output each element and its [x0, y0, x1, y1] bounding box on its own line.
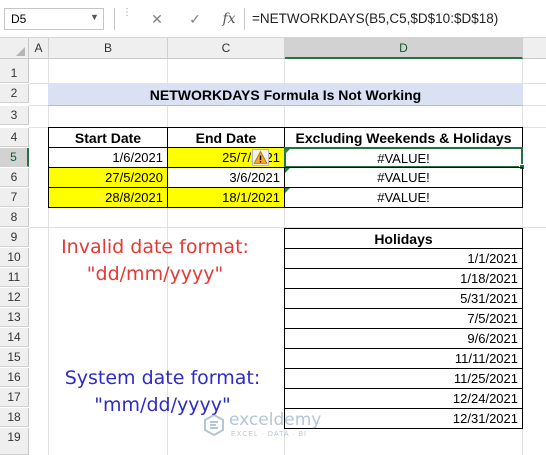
name-box[interactable]: D5: [4, 8, 104, 30]
error-flag-icon: [285, 168, 290, 173]
row-header[interactable]: 19: [0, 428, 29, 455]
holiday-cell[interactable]: 1/18/2021: [284, 268, 523, 289]
cell-result[interactable]: #VALUE!: [284, 187, 523, 208]
cancel-icon[interactable]: ✕: [146, 8, 168, 30]
row-header[interactable]: 6: [0, 168, 29, 187]
holiday-cell[interactable]: 11/25/2021: [284, 368, 523, 389]
select-all-icon: [16, 47, 25, 56]
row-header[interactable]: 11: [0, 268, 29, 287]
row-header[interactable]: 13: [0, 308, 29, 327]
header-result: Excluding Weekends & Holidays: [284, 127, 523, 148]
holiday-cell[interactable]: 12/24/2021: [284, 388, 523, 409]
invalid-format-note: Invalid date format:: [61, 236, 249, 258]
holiday-cell[interactable]: 1/1/2021: [284, 248, 523, 269]
cell-start-date[interactable]: 28/8/2021: [48, 187, 168, 208]
holiday-cell[interactable]: 9/6/2021: [284, 328, 523, 349]
row-header[interactable]: 1: [0, 64, 29, 83]
row-header[interactable]: 10: [0, 248, 29, 267]
holiday-cell[interactable]: 5/31/2021: [284, 288, 523, 309]
divider: [244, 8, 245, 30]
row-header[interactable]: 5: [0, 148, 29, 167]
header-start-date: Start Date: [48, 127, 168, 148]
column-header-b[interactable]: B: [49, 38, 168, 59]
cell-result[interactable]: #VALUE!: [284, 167, 523, 188]
column-header-e[interactable]: [523, 38, 546, 59]
cell-end-date[interactable]: 18/1/2021: [167, 187, 285, 208]
chevron-down-icon[interactable]: ▼: [90, 12, 100, 24]
page-title: NETWORKDAYS Formula Is Not Working: [48, 84, 523, 106]
row-header[interactable]: 8: [0, 208, 29, 227]
error-flag-icon: [285, 149, 290, 154]
row-header[interactable]: 7: [0, 188, 29, 207]
holiday-cell[interactable]: 11/11/2021: [284, 348, 523, 369]
holiday-cell[interactable]: 7/5/2021: [284, 308, 523, 329]
row-header[interactable]: 17: [0, 388, 29, 407]
enter-icon[interactable]: ✓: [184, 8, 206, 30]
error-flag-icon: [285, 188, 290, 193]
divider: [114, 8, 115, 30]
exceldemy-watermark: exceldemy EXCEL · DATA · BI: [203, 410, 353, 446]
cell-start-date[interactable]: 27/5/2020: [48, 167, 168, 188]
gridline: [48, 59, 49, 455]
row-header[interactable]: 18: [0, 408, 29, 427]
row-header[interactable]: 3: [0, 106, 29, 125]
cell-result-active[interactable]: #VALUE!: [284, 147, 523, 168]
header-end-date: End Date: [167, 127, 285, 148]
row-header[interactable]: 2: [0, 84, 29, 103]
column-header-a[interactable]: A: [29, 38, 49, 59]
cell-start-date[interactable]: 1/6/2021: [48, 147, 168, 168]
watermark-brand: exceldemy: [229, 410, 322, 430]
error-indicator-button[interactable]: [252, 149, 269, 166]
row-header[interactable]: 16: [0, 368, 29, 387]
holidays-header: Holidays: [284, 228, 523, 249]
drag-handle-icon[interactable]: ⋮: [122, 8, 132, 28]
warning-icon: [253, 150, 268, 164]
row-header[interactable]: 14: [0, 328, 29, 347]
row-header[interactable]: 12: [0, 288, 29, 307]
watermark-tagline: EXCEL · DATA · BI: [231, 431, 307, 438]
cell-end-date[interactable]: 3/6/2021: [167, 167, 285, 188]
row-header[interactable]: 4: [0, 128, 29, 147]
column-header-d[interactable]: D: [285, 38, 523, 59]
formula-input[interactable]: =NETWORKDAYS(B5,C5,$D$10:$D$18): [248, 6, 546, 32]
row-header-spacer: [0, 59, 29, 64]
insert-function-icon[interactable]: fx: [218, 8, 240, 30]
row-header[interactable]: 9: [0, 228, 29, 247]
row-header[interactable]: 15: [0, 348, 29, 367]
invalid-format-value: "dd/mm/yyyy": [86, 263, 224, 285]
system-format-note: System date format:: [64, 367, 261, 389]
column-header-c[interactable]: C: [168, 38, 285, 59]
exceldemy-logo-icon: [204, 414, 224, 436]
